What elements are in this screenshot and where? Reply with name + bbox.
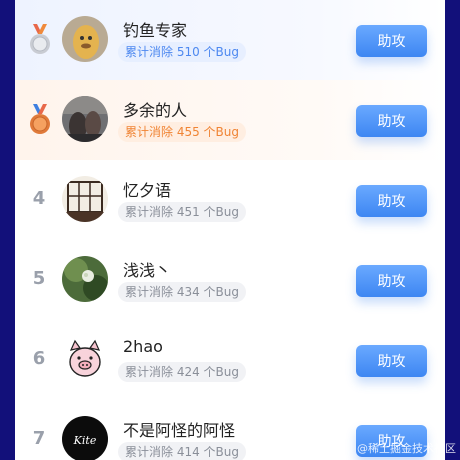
leaderboard-row: 5 浅浅丶 累计消除 434 个Bug 助攻 — [15, 240, 445, 320]
user-name: 不是阿怪的阿怪 — [123, 421, 236, 440]
rank-number: 4 — [32, 188, 46, 209]
user-name: 2hao — [123, 337, 163, 356]
assist-button[interactable]: 助攻 — [356, 265, 427, 297]
bronze-medal-icon — [30, 104, 50, 134]
avatar — [62, 16, 108, 62]
bug-count-badge: 累计消除 455 个Bug — [118, 122, 246, 142]
avatar — [62, 176, 108, 222]
avatar — [62, 96, 108, 142]
avatar — [62, 336, 108, 382]
leaderboard-row: 4 忆夕语 累计消除 451 个Bug 助攻 — [15, 160, 445, 240]
leaderboard-row: 多余的人 累计消除 455 个Bug 助攻 — [15, 80, 445, 160]
svg-text:Kite: Kite — [73, 434, 97, 447]
leaderboard-card: 钓鱼专家 累计消除 510 个Bug 助攻 多余的人 累计消除 455 个Bug… — [15, 0, 445, 460]
bug-count-badge: 累计消除 451 个Bug — [118, 202, 246, 222]
watermark: @稀土掘金技术社区 — [357, 442, 456, 455]
assist-button[interactable]: 助攻 — [356, 25, 427, 57]
rank-number: 7 — [32, 428, 46, 449]
user-name: 浅浅丶 — [123, 261, 172, 280]
user-name: 钓鱼专家 — [123, 21, 188, 40]
assist-button[interactable]: 助攻 — [356, 105, 427, 137]
user-name: 多余的人 — [123, 101, 188, 120]
leaderboard-row: 钓鱼专家 累计消除 510 个Bug 助攻 — [15, 0, 445, 80]
assist-button[interactable]: 助攻 — [356, 345, 427, 377]
bug-count-badge: 累计消除 424 个Bug — [118, 362, 246, 382]
avatar — [62, 256, 108, 302]
leaderboard-row: 6 2hao 累计消除 424 个Bug 助攻 — [15, 320, 445, 400]
user-name: 忆夕语 — [123, 181, 172, 200]
assist-button[interactable]: 助攻 — [356, 185, 427, 217]
avatar: Kite — [62, 416, 108, 460]
rank-number: 6 — [32, 348, 46, 369]
bug-count-badge: 累计消除 510 个Bug — [118, 42, 246, 62]
rank-number: 5 — [32, 268, 46, 289]
silver-medal-icon — [30, 24, 50, 54]
bug-count-badge: 累计消除 414 个Bug — [118, 442, 246, 460]
bug-count-badge: 累计消除 434 个Bug — [118, 282, 246, 302]
